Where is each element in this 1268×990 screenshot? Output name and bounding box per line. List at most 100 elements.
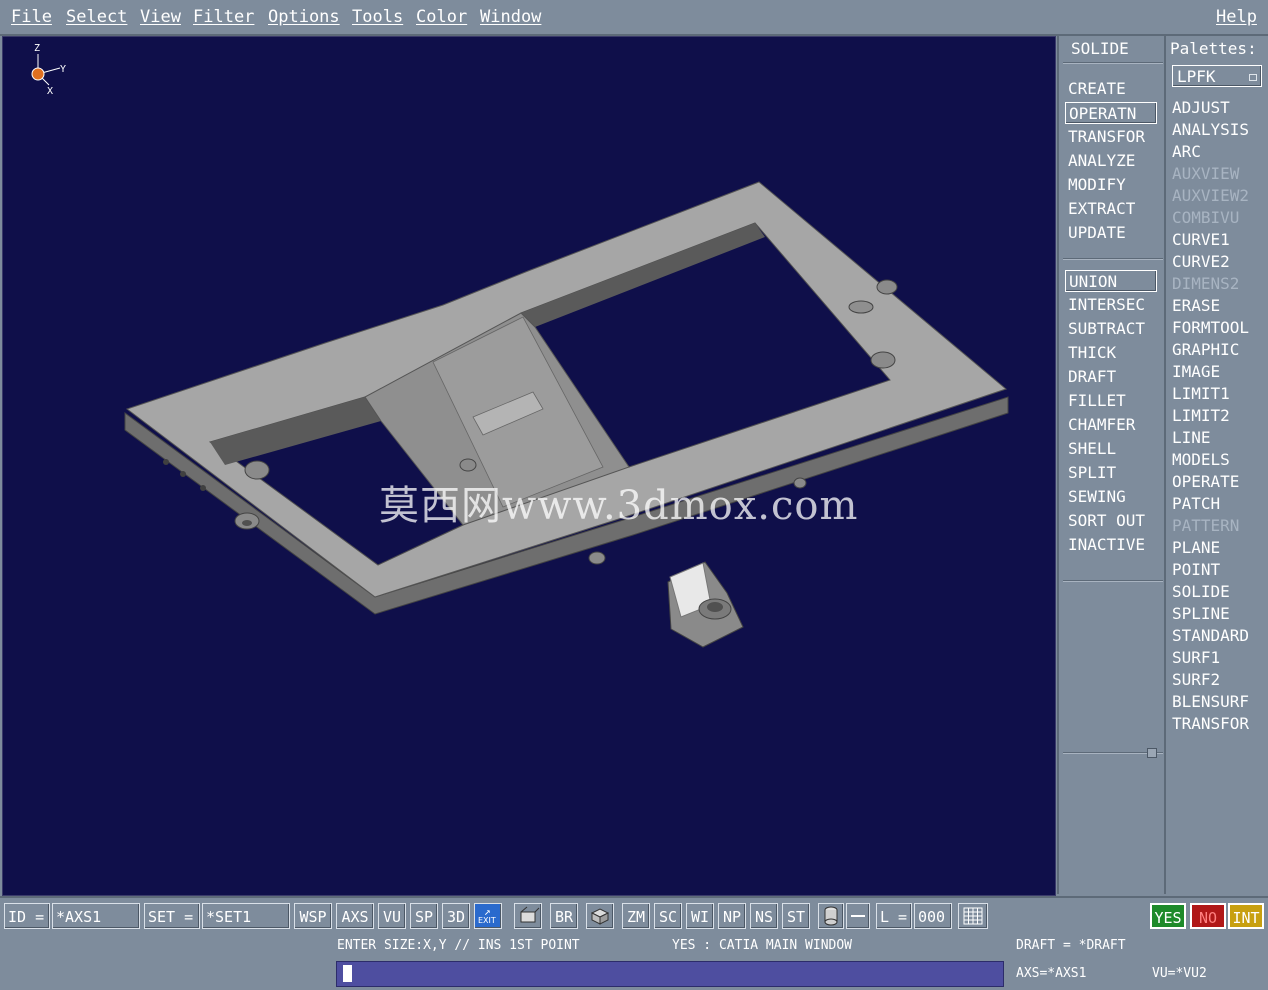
- frame-model[interactable]: [124, 181, 1009, 648]
- cmd-subtract[interactable]: SUBTRACT: [1065, 318, 1157, 340]
- palette-item-limit1[interactable]: LIMIT1: [1172, 383, 1230, 405]
- np-button[interactable]: NP: [718, 903, 746, 929]
- st-button[interactable]: ST: [782, 903, 810, 929]
- resize-handle[interactable]: [1147, 748, 1157, 758]
- palette-item-pattern: PATTERN: [1172, 516, 1240, 535]
- cmd-sort-out[interactable]: SORT OUT: [1065, 510, 1157, 532]
- palette-item-analysis[interactable]: ANALYSIS: [1172, 119, 1249, 141]
- id-field[interactable]: *AXS1: [52, 903, 140, 929]
- palette-item-transfor[interactable]: TRANSFOR: [1172, 713, 1249, 735]
- cmd-operatn[interactable]: OPERATN: [1065, 102, 1157, 124]
- palette-item-line[interactable]: LINE: [1172, 427, 1211, 449]
- model-canvas[interactable]: Z Y X: [3, 37, 1055, 895]
- palettes-title: Palettes:: [1170, 39, 1257, 58]
- palette-item-operate[interactable]: OPERATE: [1172, 471, 1239, 493]
- palette-item-plane[interactable]: PLANE: [1172, 537, 1220, 559]
- cmd-fillet[interactable]: FILLET: [1065, 390, 1157, 412]
- cmd-shell[interactable]: SHELL: [1065, 438, 1157, 460]
- cmd-intersec[interactable]: INTERSEC: [1065, 294, 1157, 316]
- wi-button[interactable]: WI: [686, 903, 714, 929]
- sp-button[interactable]: SP: [410, 903, 438, 929]
- palette-item-surf2[interactable]: SURF2: [1172, 669, 1220, 691]
- vu-button[interactable]: VU: [378, 903, 406, 929]
- menu-window[interactable]: Window: [480, 7, 541, 27]
- cmd-draft[interactable]: DRAFT: [1065, 366, 1157, 388]
- cmd-modify[interactable]: MODIFY: [1065, 174, 1157, 196]
- exit-button[interactable]: EXIT ↗: [474, 903, 502, 929]
- zm-button[interactable]: ZM: [622, 903, 650, 929]
- cmd-analyze[interactable]: ANALYZE: [1065, 150, 1157, 172]
- palette-item-solide[interactable]: SOLIDE: [1172, 581, 1230, 603]
- line-style-icon[interactable]: [846, 903, 870, 929]
- menu-color[interactable]: Color: [416, 7, 467, 27]
- palette-item-erase[interactable]: ERASE: [1172, 295, 1220, 317]
- command-panel: SOLIDE CREATE OPERATN TRANSFOR ANALYZE M…: [1057, 36, 1165, 894]
- palette-item-combivu: COMBIVU: [1172, 208, 1240, 227]
- layer-label: L =: [876, 903, 912, 929]
- palette-item-limit2[interactable]: LIMIT2: [1172, 405, 1230, 427]
- palette-item-spline[interactable]: SPLINE: [1172, 603, 1230, 625]
- wsp-button[interactable]: WSP: [294, 903, 332, 929]
- cmd-split[interactable]: SPLIT: [1065, 462, 1157, 484]
- window-status: YES : CATIA MAIN WINDOW: [672, 938, 853, 953]
- cylinder-icon[interactable]: [818, 903, 844, 929]
- palette-item-point[interactable]: POINT: [1172, 559, 1220, 581]
- no-button[interactable]: NO: [1190, 903, 1226, 929]
- set-label: SET =: [144, 903, 200, 929]
- palette-item-arc[interactable]: ARC: [1172, 141, 1201, 163]
- divider: [1063, 62, 1163, 64]
- eraser-icon[interactable]: [514, 903, 542, 929]
- grid-icon[interactable]: [958, 903, 988, 929]
- yes-button[interactable]: YES: [1150, 903, 1186, 929]
- palette-item-adjust[interactable]: ADJUST: [1172, 97, 1230, 119]
- cmd-thick[interactable]: THICK: [1065, 342, 1157, 364]
- cmd-sewing[interactable]: SEWING: [1065, 486, 1157, 508]
- menu-options[interactable]: Options: [268, 7, 340, 27]
- status-area: ENTER SIZE:X,Y // INS 1ST POINT YES : CA…: [0, 934, 1268, 990]
- palette-item-models[interactable]: MODELS: [1172, 449, 1230, 471]
- palette-item-curve2[interactable]: CURVE2: [1172, 251, 1230, 273]
- command-input[interactable]: [336, 961, 1004, 987]
- palette-item-blensurf[interactable]: BLENSURF: [1172, 691, 1249, 713]
- palette-item-image[interactable]: IMAGE: [1172, 361, 1220, 383]
- menu-filter[interactable]: Filter: [193, 7, 254, 27]
- menu-help[interactable]: Help: [1216, 7, 1257, 27]
- int-button[interactable]: INT: [1228, 903, 1264, 929]
- text-cursor: [343, 965, 352, 982]
- palette-item-patch[interactable]: PATCH: [1172, 493, 1220, 515]
- set-field[interactable]: *SET1: [202, 903, 290, 929]
- br-button[interactable]: BR: [550, 903, 578, 929]
- palette-item-curve1[interactable]: CURVE1: [1172, 229, 1230, 251]
- menu-select[interactable]: Select: [66, 7, 127, 27]
- axis-y-label: Y: [60, 64, 66, 75]
- cmd-transfor[interactable]: TRANSFOR: [1065, 126, 1157, 148]
- sc-button[interactable]: SC: [654, 903, 682, 929]
- palette-item-surf1[interactable]: SURF1: [1172, 647, 1220, 669]
- ns-button[interactable]: NS: [750, 903, 778, 929]
- layer-field[interactable]: 000: [914, 903, 952, 929]
- palette-item-formtool[interactable]: FORMTOOL: [1172, 317, 1249, 339]
- cmd-chamfer[interactable]: CHAMFER: [1065, 414, 1157, 436]
- draft-status: DRAFT = *DRAFT: [1016, 938, 1126, 953]
- cmd-inactive[interactable]: INACTIVE: [1065, 534, 1157, 556]
- box-icon[interactable]: [586, 903, 614, 929]
- graphics-viewport[interactable]: Z Y X 莫西网www.3dmox.com: [2, 36, 1056, 896]
- menu-view[interactable]: View: [140, 7, 181, 27]
- divider: [1063, 258, 1163, 260]
- palette-item-graphic[interactable]: GRAPHIC: [1172, 339, 1239, 361]
- palette-item-auxview2: AUXVIEW2: [1172, 186, 1250, 205]
- id-label: ID =: [4, 903, 50, 929]
- cmd-update[interactable]: UPDATE: [1065, 222, 1157, 244]
- menu-tools[interactable]: Tools: [352, 7, 403, 27]
- menu-file[interactable]: File: [11, 7, 52, 27]
- palette-select[interactable]: LPFK: [1172, 65, 1262, 87]
- cmd-create[interactable]: CREATE: [1065, 78, 1157, 100]
- vu-status: VU=*VU2: [1152, 966, 1207, 981]
- palette-item-standard[interactable]: STANDARD: [1172, 625, 1249, 647]
- cmd-union[interactable]: UNION: [1065, 270, 1157, 292]
- dropdown-icon: [1249, 74, 1257, 81]
- cmd-extract[interactable]: EXTRACT: [1065, 198, 1157, 220]
- workbench-title: SOLIDE: [1071, 39, 1129, 58]
- 3d-button[interactable]: 3D: [442, 903, 470, 929]
- axs-button[interactable]: AXS: [336, 903, 374, 929]
